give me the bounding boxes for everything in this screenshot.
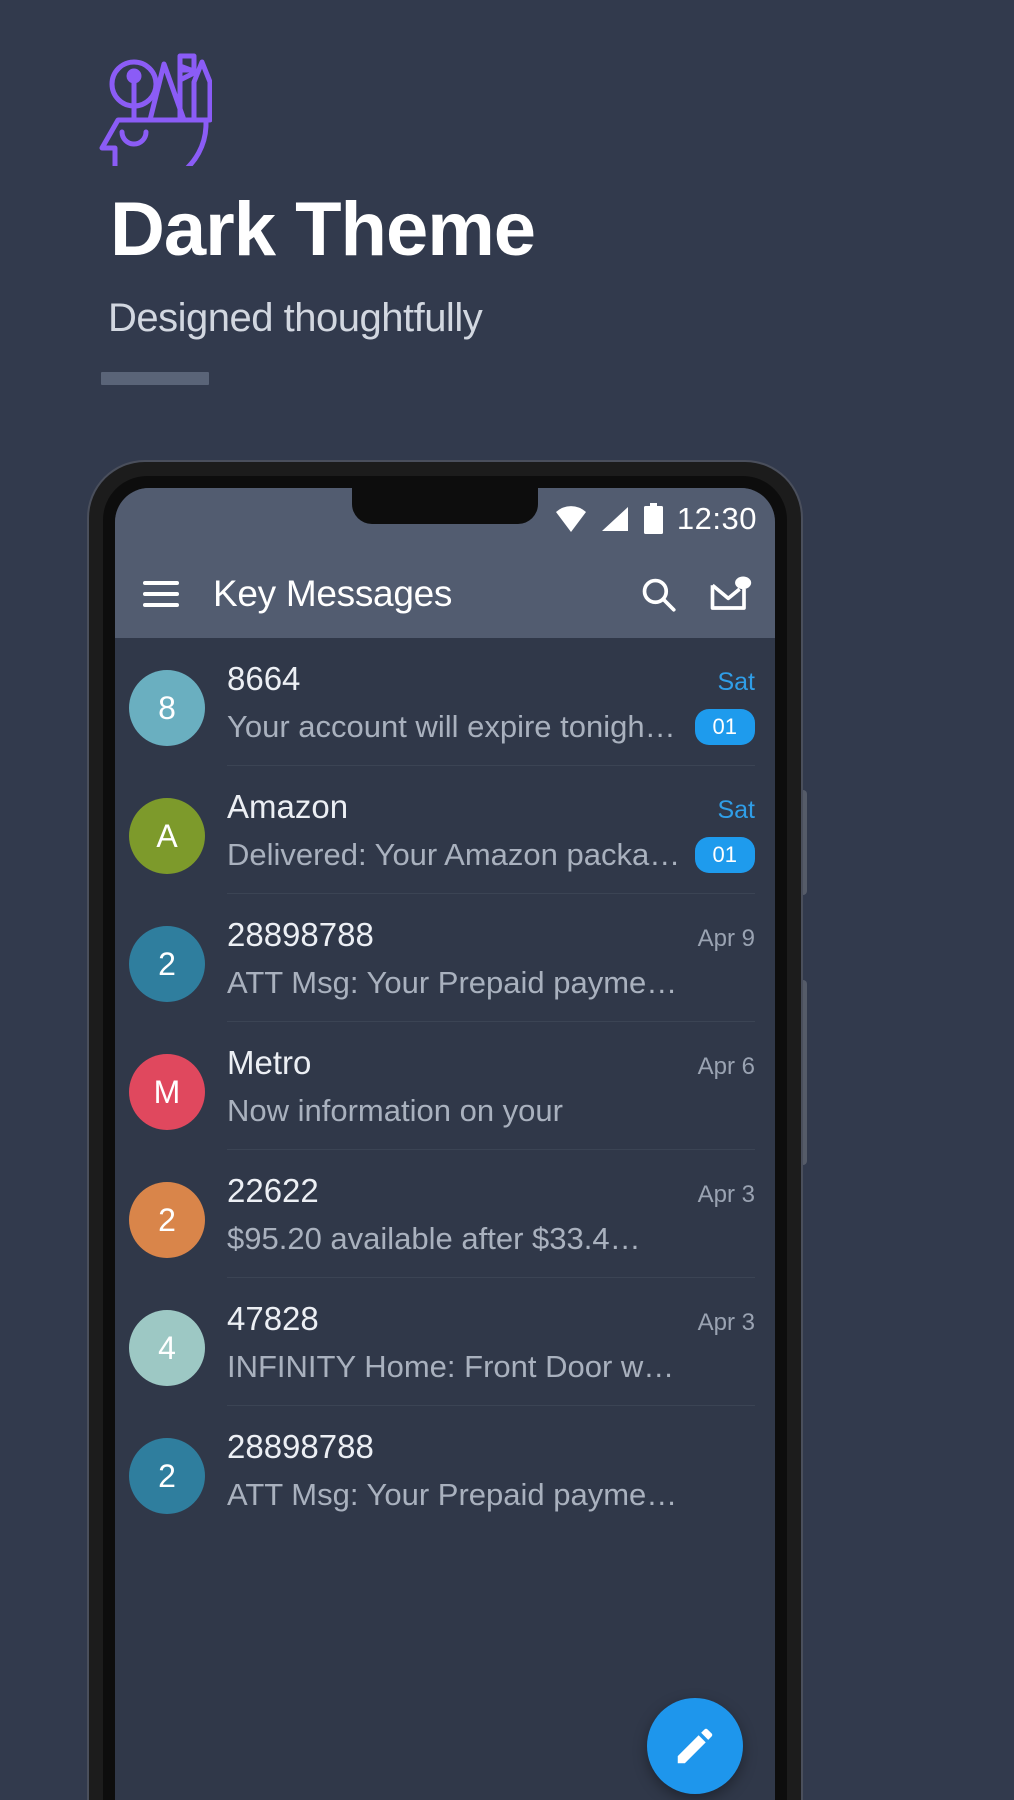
message-sender: 28898788 xyxy=(227,1428,374,1465)
avatar: 2 xyxy=(129,1438,205,1514)
status-clock: 12:30 xyxy=(676,501,757,536)
signal-icon xyxy=(601,506,628,531)
message-preview: INFINITY Home: Front Door w… xyxy=(227,1349,675,1384)
status-bar: 12:30 xyxy=(115,488,775,550)
title-divider xyxy=(101,372,209,385)
promo-screenshot: Dark Theme Designed thoughtfully 12:30 K… xyxy=(0,0,1014,1800)
message-sender: 47828 xyxy=(227,1300,319,1337)
list-item[interactable]: 2 28898788 ATT Msg: Your Prepaid payme… xyxy=(115,1406,775,1533)
app-bar-title: Key Messages xyxy=(213,573,453,614)
phone-power-button xyxy=(800,980,807,1165)
list-item[interactable]: M Metro Apr 6 Now information on your xyxy=(115,1022,775,1149)
list-item[interactable]: 2 22622 Apr 3 $95.20 available after $33… xyxy=(115,1150,775,1277)
phone-notch xyxy=(352,488,538,524)
message-list[interactable]: 8 8664 Sat Your account will expire toni… xyxy=(115,638,775,1800)
message-date: Apr 6 xyxy=(697,1053,755,1080)
battery-icon xyxy=(643,503,663,534)
creative-brain-icon xyxy=(92,36,213,207)
message-date: Apr 3 xyxy=(697,1181,755,1208)
mail-unread-icon[interactable] xyxy=(707,573,753,615)
message-sender: 22622 xyxy=(227,1172,319,1209)
message-sender: 8664 xyxy=(227,660,301,697)
list-item[interactable]: 8 8664 Sat Your account will expire toni… xyxy=(115,638,775,765)
message-date: Apr 3 xyxy=(697,1309,755,1336)
avatar: 4 xyxy=(129,1310,205,1386)
wifi-icon xyxy=(555,505,586,532)
avatar: 8 xyxy=(129,670,205,746)
list-item[interactable]: 4 47828 Apr 3 INFINITY Home: Front Door … xyxy=(115,1278,775,1405)
page-subtitle: Designed thoughtfully xyxy=(108,296,483,340)
list-item[interactable]: A Amazon Sat Delivered: Your Amazon pack… xyxy=(115,766,775,893)
message-preview: Delivered: Your Amazon packag… xyxy=(227,837,681,872)
message-preview: Now information on your xyxy=(227,1093,563,1128)
avatar: 2 xyxy=(129,1182,205,1258)
avatar: A xyxy=(129,798,205,874)
message-date: Sat xyxy=(717,668,755,696)
message-preview: ATT Msg: Your Prepaid payme… xyxy=(227,965,678,1000)
message-sender: 28898788 xyxy=(227,916,374,953)
phone-mockup: 12:30 Key Messages 8 8664 Sat Your accou… xyxy=(89,462,801,1800)
avatar: M xyxy=(129,1054,205,1130)
compose-pencil-icon xyxy=(677,1728,713,1764)
unread-badge: 01 xyxy=(694,709,755,745)
message-sender: Metro xyxy=(227,1044,312,1081)
search-icon[interactable] xyxy=(637,573,679,615)
hamburger-menu-icon[interactable] xyxy=(143,581,179,607)
phone-screen: 12:30 Key Messages 8 8664 Sat Your accou… xyxy=(115,488,775,1800)
list-item[interactable]: 2 28898788 Apr 9 ATT Msg: Your Prepaid p… xyxy=(115,894,775,1021)
message-date: Apr 9 xyxy=(697,925,755,952)
phone-volume-button xyxy=(800,790,807,895)
app-bar: Key Messages xyxy=(115,550,775,638)
avatar: 2 xyxy=(129,926,205,1002)
message-preview: $95.20 available after $33.4… xyxy=(227,1221,641,1256)
unread-badge: 01 xyxy=(694,837,755,873)
message-date: Sat xyxy=(717,796,755,824)
message-sender: Amazon xyxy=(227,788,349,825)
compose-fab-button[interactable] xyxy=(647,1698,743,1794)
message-preview: Your account will expire tonight … xyxy=(227,709,681,744)
message-preview: ATT Msg: Your Prepaid payme… xyxy=(227,1477,678,1512)
page-title: Dark Theme xyxy=(110,187,536,272)
phone-bezel: 12:30 Key Messages 8 8664 Sat Your accou… xyxy=(103,476,787,1800)
